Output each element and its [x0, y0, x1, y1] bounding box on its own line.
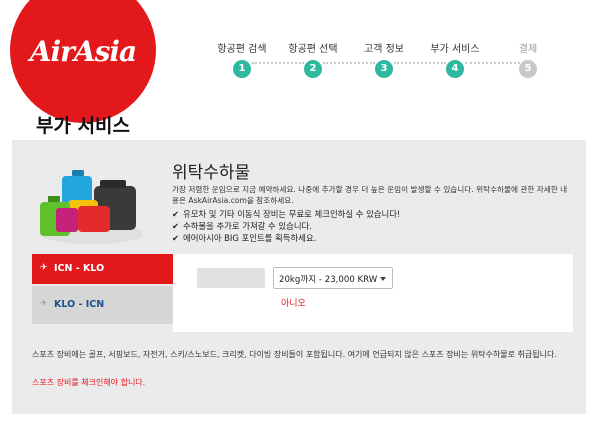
baggage-benefits: ✔ 유모차 및 기타 이동식 장비는 무료로 체크인하실 수 있습니다! ✔ 수하물…: [172, 208, 400, 244]
benefit-item: ✔ 유모차 및 기타 이동식 장비는 무료로 체크인하실 수 있습니다!: [172, 208, 400, 220]
step-flight-search[interactable]: 항공편 검색 1: [206, 40, 278, 78]
step-customer-info[interactable]: 고객 정보 3: [348, 40, 420, 78]
sports-equipment-note: 스포츠 장비에는 골프, 서핑보드, 자전거, 스키/스노보드, 크리켓, 다이…: [32, 350, 557, 359]
flight-tab-klo-icn[interactable]: ✈ KLO - ICN: [32, 286, 173, 324]
step-connector: [323, 62, 375, 64]
logo-text: AirAsia: [29, 35, 137, 68]
progress-steps: 항공편 검색 1 항공편 선택 2 고객 정보 3 부가 서비스 4 결제 5: [212, 40, 552, 80]
baggage-title: 위탁수하물: [172, 163, 251, 183]
flight-tab-label: ICN - KLO: [54, 263, 105, 274]
select-value: 20kg까지 - 23,000 KRW: [279, 275, 378, 285]
plane-icon: ✈: [40, 263, 48, 273]
step-label: 항공편 선택: [288, 44, 338, 55]
step-extras: 부가 서비스 4: [419, 40, 491, 78]
benefit-text: 유모차 및 기타 이동식 장비는 무료로 체크인하실 수 있습니다!: [183, 209, 401, 219]
sports-equipment-warning[interactable]: 스포츠 장비를 체크인해야 합니다.: [32, 377, 145, 388]
page-title: 부가 서비스: [36, 115, 131, 137]
flight-tab-icn-klo[interactable]: ✈ ICN - KLO: [32, 254, 190, 284]
step-label: 고객 정보: [364, 44, 404, 55]
step-number: 4: [446, 60, 464, 78]
airasia-logo[interactable]: AirAsia: [10, 0, 156, 123]
step-connector: [252, 62, 304, 64]
benefit-text: 에어아시아 BIG 포인트를 획득하세요.: [183, 233, 317, 243]
baggage-panel: 위탁수하물 가장 저렴한 운임으로 지금 예약하세요. 나중에 추가할 경우 더…: [12, 140, 586, 414]
check-icon: ✔: [172, 209, 180, 219]
passenger-name-redacted: [197, 268, 265, 288]
flight-tab-label: KLO - ICN: [54, 299, 105, 310]
step-number: 5: [519, 60, 537, 78]
step-flight-select[interactable]: 항공편 선택 2: [277, 40, 349, 78]
step-number: 2: [304, 60, 322, 78]
step-number: 3: [375, 60, 393, 78]
step-connector: [465, 62, 520, 64]
caret-down-icon: [380, 277, 386, 281]
step-label: 항공편 검색: [217, 44, 267, 55]
benefit-item: ✔ 수하물을 추가로 가져갈 수 있습니다.: [172, 220, 400, 232]
step-payment: 결제 5: [492, 40, 564, 78]
benefit-item: ✔ 에어아시아 BIG 포인트를 획득하세요.: [172, 232, 400, 244]
step-number: 1: [233, 60, 251, 78]
check-icon: ✔: [172, 233, 180, 243]
step-label: 부가 서비스: [430, 44, 480, 55]
plane-icon: ✈: [40, 299, 48, 309]
baggage-selection: 20kg까지 - 23,000 KRW 아니오: [173, 254, 573, 332]
benefit-text: 수하물을 추가로 가져갈 수 있습니다.: [183, 221, 312, 231]
step-label: 결제: [518, 44, 538, 55]
step-connector: [394, 62, 446, 64]
check-icon: ✔: [172, 221, 180, 231]
baggage-description: 가장 저렴한 운임으로 지금 예약하세요. 나중에 추가할 경우 더 높은 운임…: [172, 185, 568, 205]
luggage-image: [40, 170, 142, 244]
no-baggage-link[interactable]: 아니오: [281, 296, 306, 309]
baggage-weight-select[interactable]: 20kg까지 - 23,000 KRW: [273, 267, 393, 289]
